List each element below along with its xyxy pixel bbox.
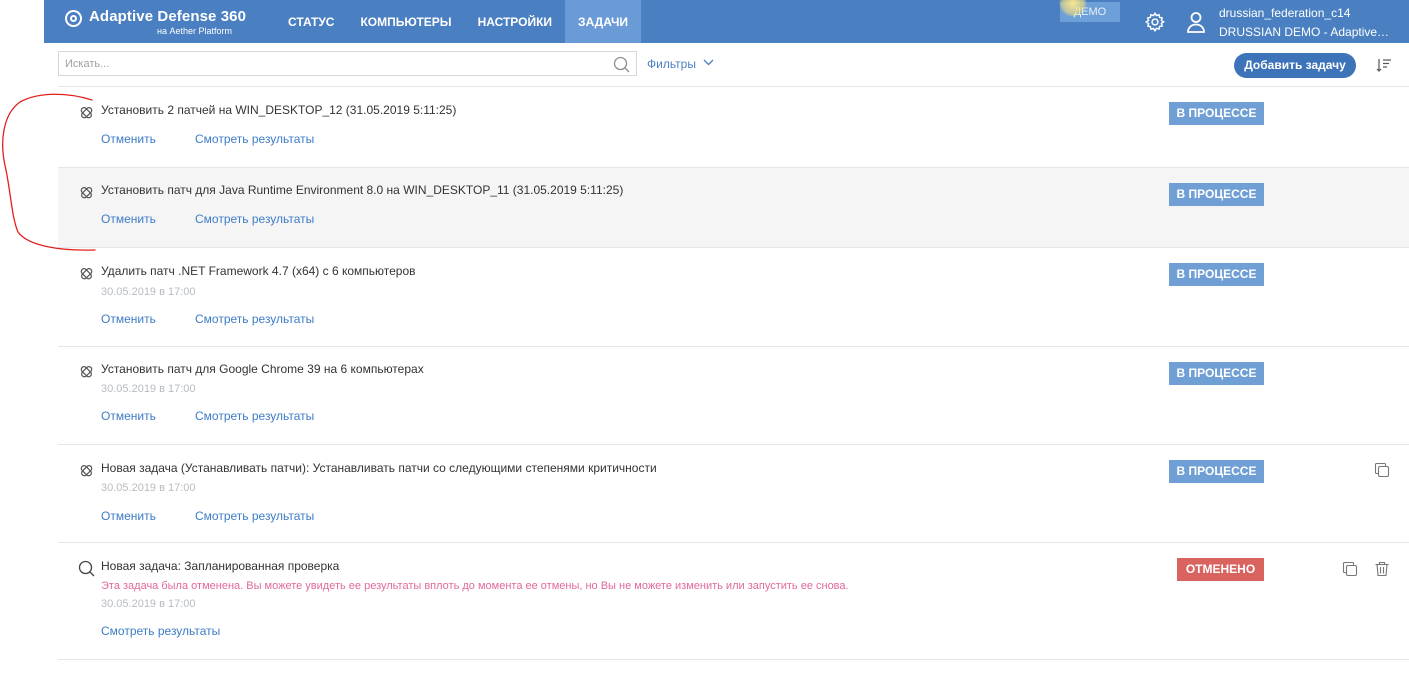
task-row: Установить патч для Google Chrome 39 на … [58,347,1409,444]
patch-icon [80,107,93,119]
brand-subtitle: на Aether Platform [157,26,233,36]
patch-icon [80,187,93,199]
brand-title: Adaptive Defense 360 [89,8,247,25]
task-title[interactable]: Новая задача: Запланированная проверка [101,559,339,573]
sort-icon[interactable] [1376,58,1392,72]
view-results-link[interactable]: Смотреть результаты [195,509,314,523]
status-badge: В ПРОЦЕССЕ [1169,183,1264,206]
status-badge: ОТМЕНЕНО [1177,558,1264,581]
row-divider [58,659,1409,660]
patch-icon [80,268,93,280]
task-date: 30.05.2019 в 17:00 [101,598,196,610]
chevron-down-icon[interactable] [703,59,714,66]
tab-status[interactable]: СТАТУС [275,0,347,43]
cancel-link[interactable]: Отменить [101,212,156,226]
patch-icon [80,465,93,477]
filters-toggle[interactable]: Фильтры [647,57,696,71]
view-results-link[interactable]: Смотреть результаты [101,624,220,638]
task-date: 30.05.2019 в 17:00 [101,482,196,494]
status-badge: В ПРОЦЕССЕ [1169,362,1264,385]
task-title[interactable]: Удалить патч .NET Framework 4.7 (x64) с … [101,264,416,278]
task-row: Новая задача: Запланированная проверка Э… [58,543,1409,659]
status-badge: В ПРОЦЕССЕ [1169,460,1264,483]
search-icon[interactable] [613,56,630,73]
user-organization[interactable]: DRUSSIAN DEMO - Adaptive… [1219,25,1389,39]
task-row: Новая задача (Устанавливать патчи): Уста… [58,445,1409,542]
cancel-link[interactable]: Отменить [101,409,156,423]
task-date: 30.05.2019 в 17:00 [101,286,196,298]
task-canceled-warning: Эта задача была отменена. Вы можете увид… [101,580,849,592]
add-task-button[interactable]: Добавить задачу [1234,53,1356,78]
view-results-link[interactable]: Смотреть результаты [195,409,314,423]
copy-icon[interactable] [1342,561,1358,577]
view-results-link[interactable]: Смотреть результаты [195,312,314,326]
scan-icon [78,560,95,577]
tab-tasks[interactable]: ЗАДАЧИ [565,0,642,43]
task-row: Установить 2 патчей на WIN_DESKTOP_12 (3… [58,87,1409,167]
cancel-link[interactable]: Отменить [101,132,156,146]
user-name[interactable]: drussian_federation_c14 [1219,6,1350,20]
cancel-link[interactable]: Отменить [101,509,156,523]
search-box [58,51,637,76]
task-row: Установить патч для Java Runtime Environ… [58,168,1409,247]
task-title[interactable]: Установить патч для Java Runtime Environ… [101,183,623,197]
task-title[interactable]: Установить 2 патчей на WIN_DESKTOP_12 (3… [101,103,456,117]
trash-icon[interactable] [1374,561,1390,577]
tab-settings[interactable]: НАСТРОЙКИ [465,0,565,43]
view-results-link[interactable]: Смотреть результаты [195,132,314,146]
main-nav: СТАТУС КОМПЬЮТЕРЫ НАСТРОЙКИ ЗАДАЧИ [275,0,642,43]
task-row: Удалить патч .NET Framework 4.7 (x64) с … [58,248,1409,346]
status-badge: В ПРОЦЕССЕ [1169,263,1264,286]
search-input[interactable] [65,55,605,72]
cancel-link[interactable]: Отменить [101,312,156,326]
gear-icon[interactable] [1144,11,1166,33]
logo-icon [65,10,82,27]
tab-computers[interactable]: КОМПЬЮТЕРЫ [347,0,464,43]
status-badge: В ПРОЦЕССЕ [1169,102,1264,125]
task-date: 30.05.2019 в 17:00 [101,383,196,395]
user-icon[interactable] [1186,11,1206,33]
patch-icon [80,366,93,378]
task-title[interactable]: Установить патч для Google Chrome 39 на … [101,362,424,376]
top-bar: Adaptive Defense 360 на Aether Platform … [44,0,1409,43]
task-title[interactable]: Новая задача (Устанавливать патчи): Уста… [101,461,657,475]
copy-icon[interactable] [1374,462,1390,478]
view-results-link[interactable]: Смотреть результаты [195,212,314,226]
